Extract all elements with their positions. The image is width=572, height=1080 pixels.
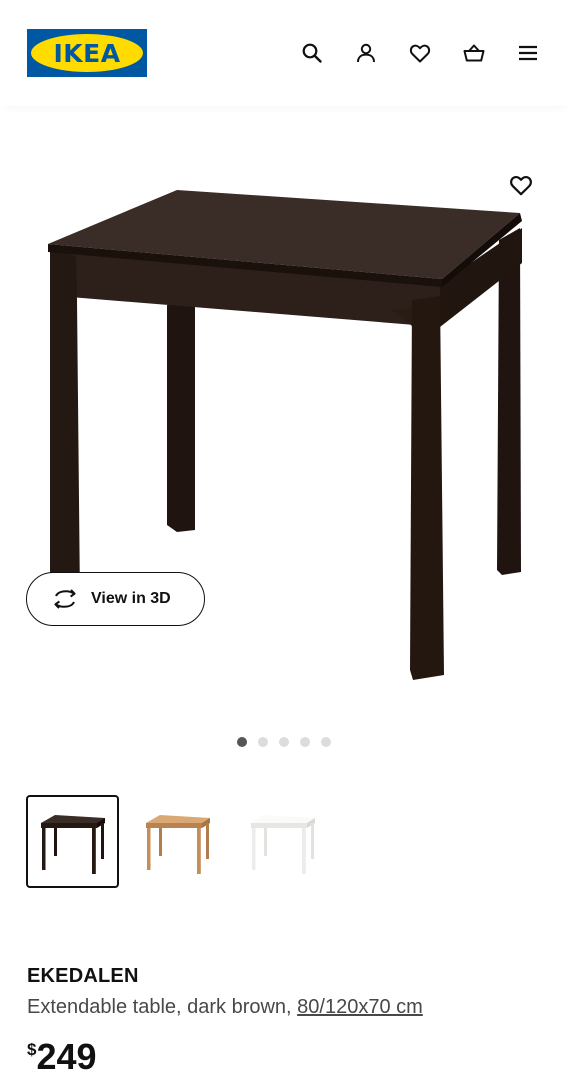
header-nav [294, 36, 546, 70]
slide-dot-5[interactable] [321, 737, 331, 747]
slide-indicator [237, 737, 331, 747]
price-currency: $ [27, 1040, 37, 1059]
variant-thumbnail-white [250, 814, 315, 874]
heart-icon [409, 44, 431, 63]
product-description-text: Extendable table, dark brown, [27, 996, 298, 1018]
view-in-3d-label: View in 3D [91, 590, 171, 607]
ikea-logo[interactable]: IKEA [27, 29, 147, 77]
favourite-toggle[interactable] [506, 170, 536, 200]
slide-dot-2[interactable] [258, 737, 268, 747]
slide-dot-3[interactable] [279, 737, 289, 747]
product-info: EKEDALEN Extendable table, dark brown, 8… [27, 965, 547, 1019]
product-size-link[interactable]: 80/120x70 cm [297, 996, 423, 1018]
variant-dark-brown[interactable] [26, 795, 119, 888]
heart-icon [510, 176, 532, 196]
basket-button[interactable] [456, 36, 492, 70]
rotate-3d-icon [54, 589, 76, 609]
menu-icon [519, 45, 537, 61]
basket-icon [463, 44, 485, 62]
product-gallery[interactable]: View in 3D [0, 160, 572, 720]
color-variants [26, 795, 329, 888]
variant-thumbnail-oak [145, 814, 210, 874]
price-amount: 249 [36, 1036, 97, 1077]
menu-button[interactable] [510, 36, 546, 70]
slide-dot-1[interactable] [237, 737, 247, 747]
slide-dot-4[interactable] [300, 737, 310, 747]
product-name: EKEDALEN [27, 965, 139, 987]
account-button[interactable] [348, 36, 384, 70]
site-header: IKEA [0, 0, 572, 106]
product-description: Extendable table, dark brown, 80/120x70 … [27, 996, 547, 1019]
variant-thumbnail-dark-brown [40, 814, 105, 874]
product-price: $249 [27, 1036, 97, 1078]
favourites-button[interactable] [402, 36, 438, 70]
svg-text:IKEA: IKEA [53, 39, 120, 68]
variant-white[interactable] [236, 795, 329, 888]
search-button[interactable] [294, 36, 330, 70]
variant-oak[interactable] [131, 795, 224, 888]
search-icon [302, 43, 322, 63]
user-icon [357, 43, 375, 63]
view-in-3d-button[interactable]: View in 3D [26, 572, 205, 626]
